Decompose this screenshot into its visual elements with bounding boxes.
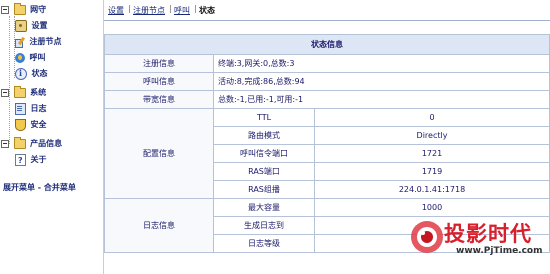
config-key: 呼叫信令端口	[213, 144, 315, 163]
table-header-row: 状态信息	[104, 34, 550, 55]
sidebar-item-call[interactable]: 呼叫	[15, 51, 46, 64]
collapse-icon[interactable]	[1, 88, 9, 97]
row-label: 注册信息	[104, 54, 214, 73]
table-row: 呼叫信息 活动:8,完成:86,总数:94	[104, 72, 550, 91]
row-label: 呼叫信息	[104, 72, 214, 91]
tab-register-node[interactable]: 注册节点	[133, 5, 165, 16]
folder-icon	[13, 136, 26, 149]
folder-icon	[13, 85, 26, 98]
projector-logo-icon	[411, 221, 443, 253]
watermark: 投影时代 www.PjTime.com	[408, 216, 548, 268]
settings-icon	[15, 19, 27, 32]
sidebar-item-label: 注册节点	[29, 37, 62, 46]
tree-group-label: 网守	[30, 5, 47, 14]
log-icon	[15, 102, 26, 115]
tab-call[interactable]: 呼叫	[174, 5, 190, 16]
table-row: 带宽信息 总数:-1,已用:-1,可用:-1	[104, 90, 550, 109]
tree-group-gatekeeper[interactable]: 网守	[1, 2, 47, 16]
tab-status[interactable]: 状态	[199, 5, 215, 16]
sidebar-item-about[interactable]: 关于	[15, 153, 47, 167]
row-label: 日志信息	[104, 198, 214, 253]
tree-connector	[9, 16, 10, 144]
table-row: 配置信息 TTL 0	[104, 108, 550, 199]
watermark-brand: 投影时代	[444, 222, 532, 246]
tab-separator: |	[128, 4, 131, 13]
config-value: 224.0.1.41:1718	[314, 180, 550, 199]
menu-toggle-separator: -	[35, 183, 44, 192]
tab-settings[interactable]: 设置	[108, 5, 124, 16]
log-key: 日志等级	[213, 234, 315, 253]
collapse-icon[interactable]	[1, 5, 9, 14]
table-row: 注册信息 终端:3,网关:0,总数:3	[104, 54, 550, 73]
menu-toggle: 展开菜单 - 合并菜单	[3, 182, 76, 193]
config-key: RAS端口	[213, 162, 315, 181]
register-info-value: 终端:3,网关:0,总数:3	[213, 54, 550, 73]
table-row: 日志信息 最大容量 1000	[104, 198, 550, 253]
tree-group-label: 产品信息	[30, 139, 63, 148]
table-title: 状态信息	[104, 34, 550, 55]
node-icon	[15, 37, 25, 48]
log-value: 1000	[314, 198, 550, 217]
sidebar-item-log[interactable]: 日志	[15, 102, 47, 115]
expand-all-link[interactable]: 展开菜单	[3, 183, 35, 192]
bandwidth-info-value: 总数:-1,已用:-1,可用:-1	[213, 90, 550, 109]
sidebar-item-settings[interactable]: 设置	[15, 19, 48, 32]
config-key: RAS组播	[213, 180, 315, 199]
status-icon	[15, 67, 27, 80]
call-info-value: 活动:8,完成:86,总数:94	[213, 72, 550, 91]
row-label: 带宽信息	[104, 90, 214, 109]
config-value: Directly	[314, 126, 550, 145]
collapse-all-link[interactable]: 合并菜单	[44, 183, 76, 192]
sidebar-menu: 网守 设置 注册节点 呼叫 状态 系统 日志 安全 产品信息 关于 展开	[0, 0, 104, 274]
folder-icon	[13, 2, 26, 15]
tab-separator: |	[169, 4, 172, 13]
tree-group-label: 系统	[30, 88, 47, 97]
sidebar-item-label: 日志	[30, 104, 47, 113]
config-value: 1719	[314, 162, 550, 181]
config-value: 1721	[314, 144, 550, 163]
log-key: 生成日志到	[213, 216, 315, 235]
log-key: 最大容量	[213, 198, 315, 217]
sidebar-item-label: 呼叫	[29, 53, 46, 62]
config-value: 0	[314, 108, 550, 127]
collapse-icon[interactable]	[1, 139, 9, 148]
tree-group-product-info[interactable]: 产品信息	[1, 136, 63, 150]
tree-group-system[interactable]: 系统	[1, 85, 47, 99]
sidebar-item-label: 关于	[30, 155, 47, 164]
security-icon	[15, 118, 26, 131]
row-label: 配置信息	[104, 108, 214, 199]
sidebar-item-label: 状态	[31, 69, 48, 78]
tab-separator: |	[194, 4, 197, 13]
sidebar-item-label: 安全	[30, 120, 47, 129]
sidebar-item-security[interactable]: 安全	[15, 118, 47, 131]
config-key: TTL	[213, 108, 315, 127]
sidebar-item-status[interactable]: 状态	[15, 67, 48, 80]
top-navigation: 设置 | 注册节点 | 呼叫 | 状态	[104, 0, 550, 21]
call-icon	[15, 52, 25, 63]
sidebar-item-label: 设置	[31, 21, 48, 30]
config-key: 路由模式	[213, 126, 315, 145]
document-icon	[15, 153, 26, 167]
sidebar-item-register-node[interactable]: 注册节点	[15, 35, 62, 48]
watermark-url: www.PjTime.com	[456, 246, 543, 256]
